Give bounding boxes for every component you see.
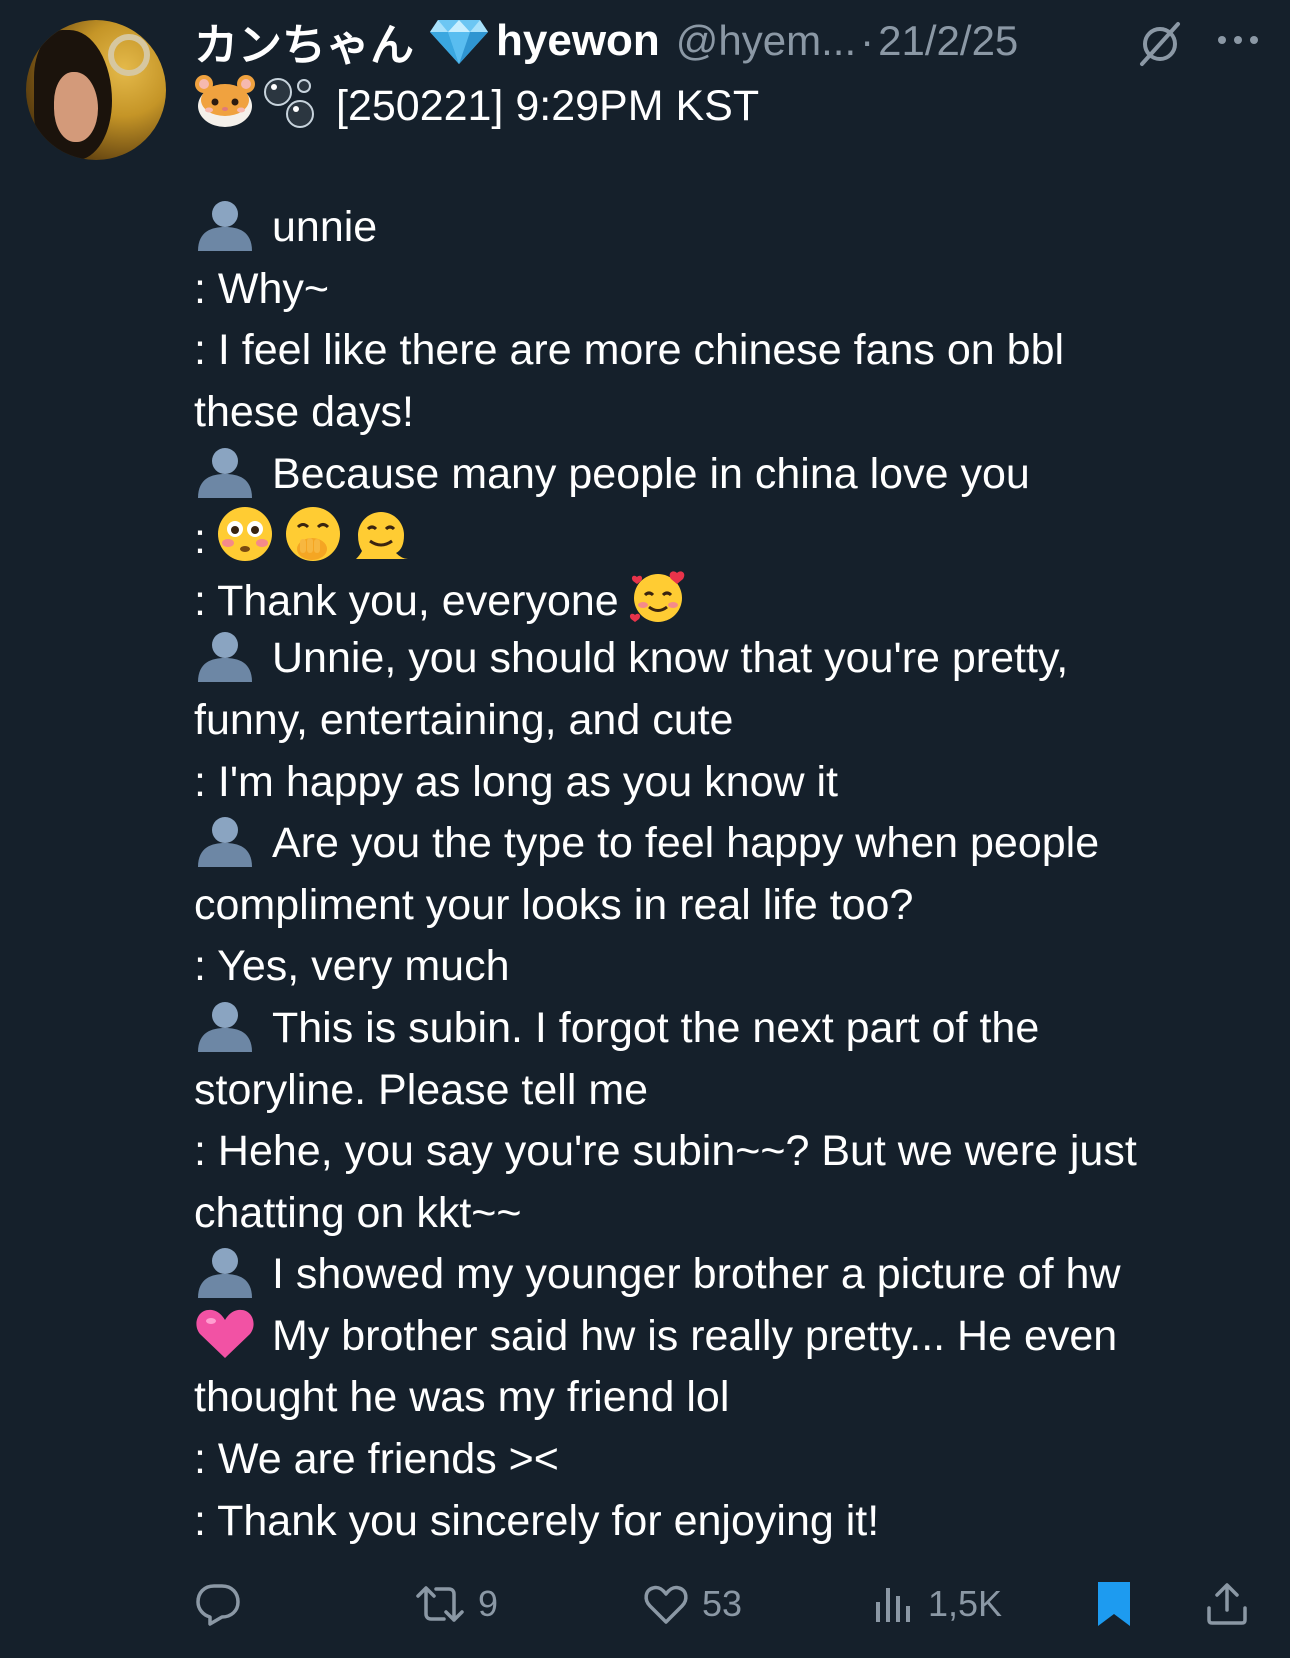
tweet-line: chatting on kkt~~ bbox=[194, 1183, 1274, 1245]
tweet-line: : bbox=[194, 505, 1274, 567]
tweet-line: : Why~ bbox=[194, 259, 1274, 321]
tweet-line-text: storyline. Please tell me bbox=[194, 1065, 649, 1114]
tweet-line-text: these days! bbox=[194, 387, 414, 436]
avatar-face bbox=[54, 72, 98, 142]
tweet-line-text: : Yes, very much bbox=[194, 942, 510, 991]
avatar-headphone bbox=[108, 34, 150, 76]
grok-icon[interactable] bbox=[1136, 20, 1184, 68]
tweet: カンちゃん hyewon @hyem... · 21/2/25 [250221]… bbox=[0, 0, 1290, 1658]
tweet-line: unnie bbox=[194, 197, 1274, 259]
like-button[interactable]: 53 bbox=[642, 1574, 742, 1634]
tweet-line: : I'm happy as long as you know it bbox=[194, 752, 1274, 814]
tweet-line: : Thank you sincerely for enjoying it! bbox=[194, 1491, 1274, 1553]
reply-icon bbox=[196, 1584, 240, 1626]
tweet-line-text: thought he was my friend lol bbox=[194, 1373, 730, 1422]
tweet-line: : Thank you, everyone bbox=[194, 567, 1274, 629]
retweet-icon bbox=[416, 1586, 464, 1622]
tweet-line: Are you the type to feel happy when peop… bbox=[194, 813, 1274, 875]
smiling-face-with-hearts-icon bbox=[629, 571, 685, 622]
tweet-line-text: : Thank you sincerely for enjoying it! bbox=[194, 1496, 880, 1545]
tweet-line: : We are friends >< bbox=[194, 1429, 1274, 1491]
bookmark-button[interactable] bbox=[1094, 1574, 1134, 1634]
bubbles-icon bbox=[264, 78, 314, 128]
avatar[interactable] bbox=[26, 20, 166, 160]
tweet-line: funny, entertaining, and cute bbox=[194, 690, 1274, 752]
tweet-line-text: : Thank you, everyone bbox=[194, 576, 619, 625]
views-button[interactable]: 1,5K bbox=[872, 1574, 1002, 1634]
tweet-line: [250221] 9:29PM KST bbox=[194, 74, 1274, 136]
tweet-line-text: : bbox=[194, 515, 206, 564]
tweet-line-text: : I'm happy as long as you know it bbox=[194, 757, 838, 806]
tweet-line-text: : We are friends >< bbox=[194, 1435, 559, 1484]
bust-in-silhouette-icon bbox=[198, 632, 252, 683]
tweet-actions: 9 53 1,5K bbox=[194, 1574, 1274, 1634]
share-icon bbox=[1207, 1583, 1247, 1625]
tweet-line-text: This is subin. I forgot the next part of… bbox=[272, 1003, 1040, 1052]
separator-dot: · bbox=[860, 17, 875, 64]
flushed-face-icon bbox=[217, 507, 272, 562]
tweet-line-text: unnie bbox=[272, 203, 378, 252]
heart-icon bbox=[644, 1585, 688, 1624]
share-button[interactable] bbox=[1204, 1574, 1250, 1634]
tweet-line: : Yes, very much bbox=[194, 936, 1274, 998]
reply-button[interactable] bbox=[194, 1574, 254, 1634]
tweet-line-text: : Why~ bbox=[194, 264, 330, 313]
display-name-secondary[interactable]: hyewon bbox=[496, 16, 660, 66]
tweet-text: [250221] 9:29PM KST unnie : Why~ : I fee… bbox=[194, 74, 1274, 1552]
tweet-date[interactable]: 21/2/25 bbox=[878, 17, 1018, 65]
tweet-line: I showed my younger brother a picture of… bbox=[194, 1244, 1274, 1306]
bust-in-silhouette-icon bbox=[198, 817, 252, 868]
tweet-line-text: : Hehe, you say you're subin~~? But we w… bbox=[194, 1127, 1137, 1176]
tweet-line-text: : I feel like there are more chinese fan… bbox=[194, 326, 1065, 375]
tweet-line-text: [250221] 9:29PM KST bbox=[336, 82, 760, 130]
tweet-line: Because many people in china love you bbox=[194, 444, 1274, 506]
face-with-hand-over-mouth-icon bbox=[285, 507, 340, 562]
pink-heart-icon bbox=[196, 1309, 254, 1358]
bust-in-silhouette-icon bbox=[198, 201, 252, 252]
tweet-line-text: My brother said hw is really pretty... H… bbox=[272, 1311, 1118, 1360]
tweet-line-text: Unnie, you should know that you're prett… bbox=[272, 634, 1069, 683]
tweet-line: compliment your looks in real life too? bbox=[194, 875, 1274, 937]
tweet-line: Unnie, you should know that you're prett… bbox=[194, 628, 1274, 690]
tweet-line-text: compliment your looks in real life too? bbox=[194, 880, 914, 929]
retweet-count: 9 bbox=[478, 1583, 499, 1624]
tweet-line: thought he was my friend lol bbox=[194, 1367, 1274, 1429]
tweet-line-text: funny, entertaining, and cute bbox=[194, 695, 734, 744]
tweet-line: : Hehe, you say you're subin~~? But we w… bbox=[194, 1121, 1274, 1183]
hamster-face-icon bbox=[195, 75, 255, 127]
melting-face-icon bbox=[355, 512, 408, 560]
tweet-line: these days! bbox=[194, 382, 1274, 444]
bookmark-icon bbox=[1098, 1582, 1130, 1626]
bust-in-silhouette-icon bbox=[198, 447, 252, 498]
tweet-header: カンちゃん hyewon @hyem... · 21/2/25 bbox=[194, 10, 1274, 72]
gem-stone-icon bbox=[430, 20, 488, 64]
tweet-line: storyline. Please tell me bbox=[194, 1060, 1274, 1122]
like-count: 53 bbox=[702, 1583, 743, 1624]
tweet-line: My brother said hw is really pretty... H… bbox=[194, 1306, 1274, 1368]
tweet-line-text: chatting on kkt~~ bbox=[194, 1188, 522, 1237]
views-count: 1,5K bbox=[928, 1583, 1003, 1624]
views-icon bbox=[876, 1588, 910, 1622]
tweet-line: This is subin. I forgot the next part of… bbox=[194, 998, 1274, 1060]
retweet-button[interactable]: 9 bbox=[414, 1574, 498, 1634]
user-handle[interactable]: @hyem... bbox=[676, 17, 856, 65]
tweet-line-text: I showed my younger brother a picture of… bbox=[272, 1250, 1121, 1299]
bust-in-silhouette-icon bbox=[198, 1248, 252, 1299]
more-options-icon[interactable] bbox=[1214, 28, 1262, 52]
tweet-line-text: Because many people in china love you bbox=[272, 449, 1030, 498]
tweet-line-text: Are you the type to feel happy when peop… bbox=[272, 819, 1100, 868]
display-name[interactable]: カンちゃん bbox=[194, 9, 414, 73]
tweet-line: : I feel like there are more chinese fan… bbox=[194, 320, 1274, 382]
bust-in-silhouette-icon bbox=[198, 1001, 252, 1052]
